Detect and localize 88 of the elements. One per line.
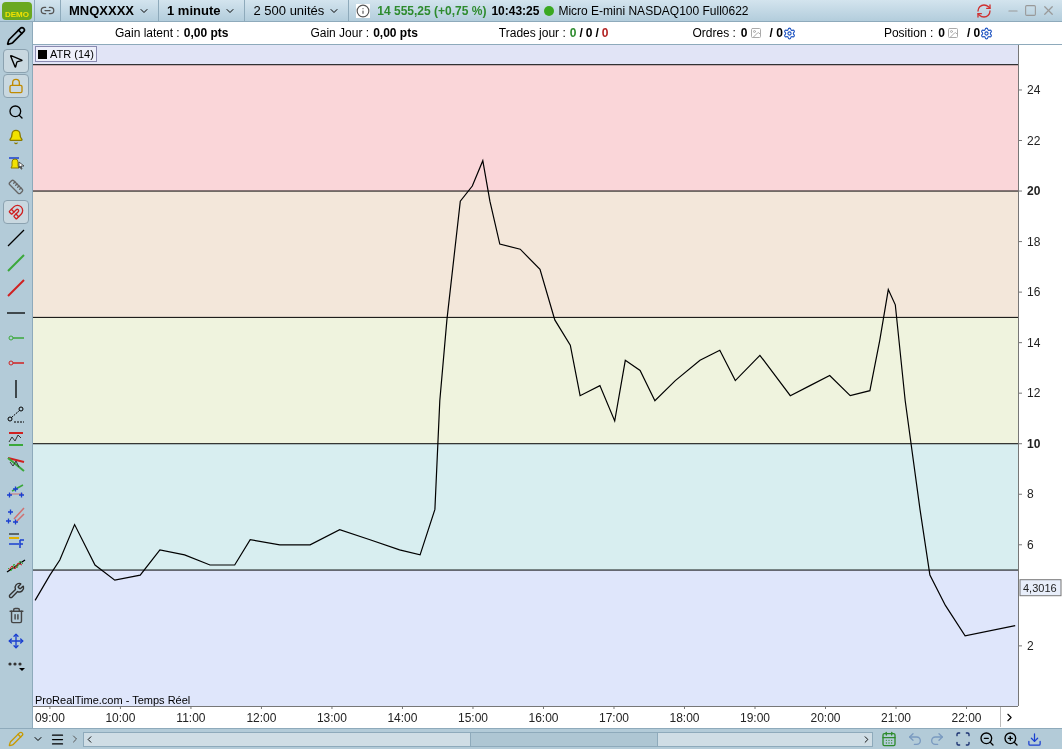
y-axis-label: 2	[1027, 638, 1034, 653]
clock-time: 10:43:25	[491, 2, 540, 20]
x-axis-label: 13:00	[316, 711, 347, 725]
picture-icon[interactable]	[749, 27, 762, 39]
horizontal-ray-icon	[8, 360, 24, 367]
pencil-icon	[6, 26, 26, 46]
x-axis-label: 09:00	[34, 711, 65, 725]
magnet-icon	[8, 204, 24, 221]
annotation: 4,3016	[1023, 581, 1057, 594]
pointer-icon	[8, 53, 24, 70]
interval-dropdown[interactable]: 1 minute	[159, 0, 245, 21]
zoom-in-icon[interactable]	[1003, 731, 1019, 747]
x-axis-label: 14:00	[387, 711, 418, 725]
position-label: Position :	[883, 25, 934, 42]
trades-count: 0	[585, 25, 593, 42]
y-axis-label: 12	[1027, 386, 1041, 401]
triangle-icon	[6, 454, 26, 475]
symbol-dropdown[interactable]: MNQXXXX	[61, 0, 158, 21]
search-icon	[8, 103, 24, 120]
position-value: 0	[938, 25, 945, 42]
orders-auto: / 0	[769, 25, 783, 42]
value-tag: 4,3016	[1019, 579, 1062, 597]
x-axis-label: 18:00	[669, 711, 700, 725]
ruler-icon	[8, 179, 24, 196]
move-icon	[8, 632, 24, 649]
legend-swatch	[38, 49, 47, 59]
y-axis-label: 8	[1027, 487, 1034, 502]
x-axis-label: 10:00	[105, 711, 136, 725]
lock-icon	[8, 78, 24, 95]
calendar-icon[interactable]	[881, 731, 897, 747]
scrollbar-thumb[interactable]	[470, 732, 658, 746]
y-axis-label: 10	[1027, 436, 1041, 451]
instrument-name: Micro E-mini NASDAQ100 Full0622	[558, 2, 749, 20]
zoom-out-icon[interactable]	[979, 731, 995, 747]
y-axis-label: 14	[1027, 335, 1041, 350]
horizontal-ray-icon	[8, 335, 24, 342]
picture-icon[interactable]	[946, 27, 959, 39]
vertical-line-icon	[15, 379, 17, 398]
refresh-icon[interactable]	[976, 2, 992, 19]
x-axis-label: 20:00	[810, 711, 841, 725]
settings-icon[interactable]	[980, 26, 994, 40]
wrench-icon	[7, 581, 25, 599]
separator: /	[579, 25, 583, 42]
x-axis-label: 19:00	[740, 711, 770, 725]
y-axis-label: 6	[1027, 537, 1034, 552]
gain-jour-label: Gain Jour :	[310, 25, 370, 42]
demo-logo: DEMO	[2, 1, 32, 20]
line-icon	[6, 227, 26, 248]
download-icon[interactable]	[1027, 731, 1042, 747]
y-axis-label: 24	[1027, 83, 1041, 97]
line-icon	[6, 252, 26, 273]
horizontal-line-icon	[7, 312, 25, 315]
x-axis-label: 16:00	[528, 711, 559, 725]
horizontal-scrollbar[interactable]	[83, 731, 873, 747]
line-icon	[6, 277, 26, 298]
gain-latent-label: Gain latent :	[115, 25, 180, 42]
bell-icon	[8, 128, 24, 145]
orders-label: Ordres :	[692, 25, 736, 42]
channel-icon	[6, 429, 26, 449]
polyline-icon	[6, 403, 26, 424]
x-axis-label: 15:00	[457, 711, 488, 725]
menu-icon[interactable]	[50, 731, 65, 747]
units-dropdown[interactable]: 2 500 unités	[245, 0, 349, 21]
position-auto: / 0	[966, 25, 981, 42]
x-axis-label: 12:00	[246, 711, 277, 725]
y-axis-label: 22	[1027, 133, 1041, 148]
separator: /	[595, 25, 599, 42]
trades-label: Trades jour :	[498, 25, 566, 42]
x-axis-label: 17:00	[598, 711, 629, 725]
gain-jour-value: 0,00 pts	[373, 25, 418, 42]
y-axis-label: 16	[1027, 285, 1041, 300]
trades-count: 0	[569, 25, 577, 42]
trash-icon	[7, 606, 25, 624]
gain-latent-value: 0,00 pts	[183, 25, 229, 42]
legend-label: ATR (14)	[50, 47, 94, 61]
y-axis-label: 18	[1027, 234, 1041, 249]
x-axis-label: 22:00	[951, 711, 982, 725]
trades-count: 0	[601, 25, 609, 42]
data-source-text: ProRealTime.com - Temps Réel	[35, 693, 191, 708]
tool-button[interactable]	[3, 49, 29, 74]
x-axis-label: 21:00	[881, 711, 912, 725]
y-axis-label: 20	[1027, 184, 1041, 199]
info-icon[interactable]	[356, 3, 371, 18]
x-axis-label: 11:00	[176, 711, 206, 725]
settings-icon[interactable]	[782, 26, 796, 40]
orders-value: 0	[740, 25, 748, 42]
price-change: 14 555,25 (+0,75 %)	[377, 2, 487, 20]
zoom-fit-icon[interactable]	[955, 731, 971, 747]
